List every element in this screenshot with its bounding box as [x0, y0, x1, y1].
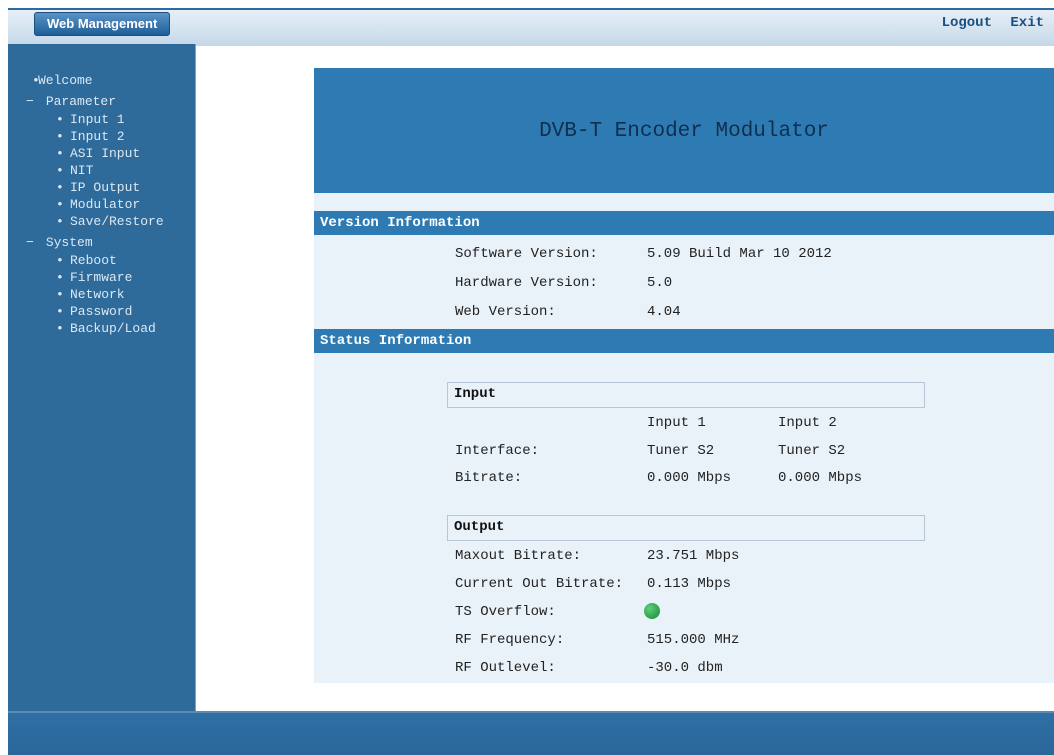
- input-group-heading: Input: [454, 386, 497, 402]
- content-panel: [314, 193, 1054, 683]
- hardware-version-value: 5.0: [647, 275, 673, 291]
- sidebar-item-backup-load[interactable]: • Backup/Load: [8, 320, 195, 337]
- maxout-bitrate-value: 23.751 Mbps: [647, 548, 740, 564]
- bullet-icon: •: [56, 129, 64, 144]
- sidebar-item-label: Backup/Load: [70, 321, 156, 336]
- sidebar-item-save-restore[interactable]: • Save/Restore: [8, 213, 195, 230]
- sidebar-item-ip-output[interactable]: • IP Output: [8, 179, 195, 196]
- ts-overflow-status-led-icon: [644, 603, 660, 619]
- sidebar-item-label: NIT: [70, 163, 94, 178]
- rf-outlevel-value: -30.0 dbm: [647, 660, 723, 676]
- top-links: Logout Exit: [932, 12, 1044, 34]
- bottom-bar: [8, 711, 1054, 755]
- sidebar-item-label: Network: [70, 287, 125, 302]
- maxout-bitrate-label: Maxout Bitrate:: [455, 548, 582, 564]
- sidebar-item-label: Password: [70, 304, 133, 319]
- interface-input-1-value: Tuner S2: [647, 443, 715, 459]
- bullet-icon: •: [56, 197, 64, 212]
- sidebar-item-nit[interactable]: • NIT: [8, 162, 195, 179]
- sidebar-item-input-2[interactable]: • Input 2: [8, 128, 195, 145]
- rf-frequency-label: RF Frequency:: [455, 632, 565, 648]
- sidebar-item-input-1[interactable]: • Input 1: [8, 111, 195, 128]
- web-version-value: 4.04: [647, 304, 681, 320]
- sidebar-item-reboot[interactable]: • Reboot: [8, 252, 195, 269]
- sidebar-section-label: System: [45, 235, 93, 250]
- sidebar-item-asi-input[interactable]: • ASI Input: [8, 145, 195, 162]
- sidebar-item-firmware[interactable]: • Firmware: [8, 269, 195, 286]
- sidebar-item-label: Welcome: [38, 73, 93, 88]
- sidebar-item-label: IP Output: [70, 180, 141, 195]
- output-group-heading: Output: [454, 519, 505, 535]
- software-version-value: 5.09 Build Mar 10 2012: [647, 246, 832, 262]
- bitrate-input-2-value: 0.000 Mbps: [778, 470, 863, 486]
- sidebar-section-parameter[interactable]: − Parameter: [8, 93, 195, 111]
- sidebar-item-label: Input 2: [70, 129, 125, 144]
- current-out-bitrate-label: Current Out Bitrate:: [455, 576, 624, 592]
- input-1-column-header: Input 1: [647, 415, 706, 431]
- version-section-title: Version Information: [320, 215, 480, 231]
- bullet-icon: •: [56, 112, 64, 127]
- collapse-icon: −: [26, 94, 34, 109]
- sidebar-section-label: Parameter: [45, 94, 117, 109]
- sidebar-item-label: Modulator: [70, 197, 141, 212]
- bullet-icon: •: [56, 253, 64, 268]
- bullet-icon: •: [56, 163, 64, 178]
- web-version-label: Web Version:: [455, 304, 556, 320]
- page-title: DVB-T Encoder Modulator: [539, 120, 829, 143]
- status-section-bar: Status Information: [314, 329, 1054, 353]
- bullet-icon: •: [56, 180, 64, 195]
- hardware-version-label: Hardware Version:: [455, 275, 598, 291]
- brand-tab[interactable]: Web Management: [34, 12, 171, 36]
- collapse-icon: −: [26, 235, 34, 250]
- rf-outlevel-label: RF Outlevel:: [455, 660, 556, 676]
- sidebar-item-label: Reboot: [70, 253, 117, 268]
- interface-label: Interface:: [455, 443, 540, 459]
- ts-overflow-label: TS Overflow:: [455, 604, 556, 620]
- sidebar-item-label: ASI Input: [70, 146, 141, 161]
- bitrate-label: Bitrate:: [455, 470, 523, 486]
- sidebar-item-label: Firmware: [70, 270, 133, 285]
- software-version-label: Software Version:: [455, 246, 598, 262]
- exit-link[interactable]: Exit: [1010, 15, 1044, 31]
- sidebar: • Welcome − Parameter • Input 1 • Input 2 …: [8, 44, 196, 711]
- rf-frequency-value: 515.000 MHz: [647, 632, 740, 648]
- logout-link[interactable]: Logout: [942, 15, 992, 31]
- sidebar-item-welcome[interactable]: • Welcome: [8, 72, 195, 89]
- interface-input-2-value: Tuner S2: [778, 443, 846, 459]
- version-section-bar: Version Information: [314, 211, 1054, 235]
- sidebar-item-modulator[interactable]: • Modulator: [8, 196, 195, 213]
- sidebar-item-label: Input 1: [70, 112, 125, 127]
- sidebar-nav: • Welcome − Parameter • Input 1 • Input 2 …: [8, 72, 195, 337]
- bullet-icon: •: [56, 146, 64, 161]
- bullet-icon: •: [56, 321, 64, 336]
- input-2-column-header: Input 2: [778, 415, 837, 431]
- current-out-bitrate-value: 0.113 Mbps: [647, 576, 732, 592]
- header-panel: DVB-T Encoder Modulator: [314, 68, 1054, 193]
- bullet-icon: •: [32, 73, 40, 88]
- bullet-icon: •: [56, 304, 64, 319]
- bitrate-input-1-value: 0.000 Mbps: [647, 470, 732, 486]
- sidebar-section-system[interactable]: − System: [8, 234, 195, 252]
- bullet-icon: •: [56, 270, 64, 285]
- bullet-icon: •: [56, 214, 64, 229]
- sidebar-item-password[interactable]: • Password: [8, 303, 195, 320]
- sidebar-item-label: Save/Restore: [70, 214, 164, 229]
- output-groupbox: Output: [447, 515, 925, 541]
- sidebar-item-network[interactable]: • Network: [8, 286, 195, 303]
- status-section-title: Status Information: [320, 333, 472, 349]
- bullet-icon: •: [56, 287, 64, 302]
- input-groupbox: Input: [447, 382, 925, 408]
- top-bar: Web Management Logout Exit: [8, 8, 1054, 46]
